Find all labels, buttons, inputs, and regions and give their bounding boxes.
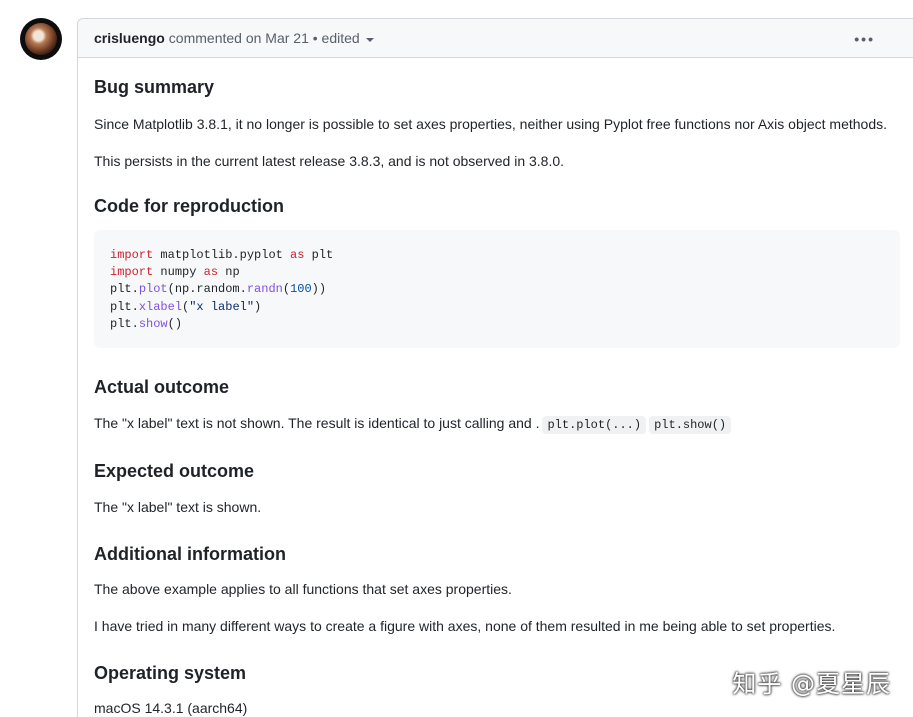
operating-system-text: macOS 14.3.1 (aarch64) bbox=[94, 700, 248, 716]
code-token: plt. bbox=[110, 316, 139, 331]
code-token: plt. bbox=[110, 299, 139, 314]
code-token: xlabel bbox=[138, 299, 183, 314]
edit-history-chevron-down-icon[interactable] bbox=[365, 37, 374, 42]
avatar-image bbox=[25, 23, 57, 55]
additional-info-paragraph-2: I have tried in many different ways to c… bbox=[94, 618, 836, 634]
code-token: () bbox=[167, 316, 183, 331]
heading-operating-system: Operating system bbox=[94, 663, 247, 683]
code-token: ) bbox=[254, 299, 262, 314]
bug-summary-paragraph-1: Since Matplotlib 3.8.1, it no longer is … bbox=[94, 116, 887, 132]
code-line: plt.show() bbox=[110, 316, 884, 333]
code-token: 100 bbox=[290, 282, 312, 297]
code-token: import bbox=[110, 265, 154, 280]
code-token: "x label" bbox=[189, 299, 255, 314]
code-token: plt bbox=[304, 248, 334, 262]
issue-page: crisluengo commented on Mar 21 • edited … bbox=[0, 0, 913, 717]
heading-actual-outcome: Actual outcome bbox=[94, 377, 230, 397]
code-token: plt. bbox=[110, 282, 139, 297]
comment-header: crisluengo commented on Mar 21 • edited … bbox=[78, 19, 913, 58]
code-line: plt.xlabel("x label") bbox=[110, 299, 884, 316]
comment-meta[interactable]: commented on Mar 21 • edited bbox=[169, 30, 360, 46]
code-token: ( bbox=[282, 282, 291, 297]
code-token: matplotlib.pyplot bbox=[153, 248, 291, 262]
code-token: as bbox=[203, 265, 219, 280]
actual-outcome-text: The "x label" text is not shown. The res… bbox=[94, 415, 540, 431]
code-token: )) bbox=[311, 282, 327, 297]
heading-expected-outcome: Expected outcome bbox=[94, 461, 255, 481]
code-line: plt.plot(np.random.randn(100)) bbox=[110, 281, 884, 298]
inline-code-plt-show: plt.show() bbox=[649, 416, 732, 434]
heading-bug-summary: Bug summary bbox=[94, 77, 215, 97]
additional-info-paragraph-1: The above example applies to all functio… bbox=[94, 581, 512, 597]
comment-box: crisluengo commented on Mar 21 • edited … bbox=[77, 18, 913, 717]
code-token: numpy bbox=[153, 265, 204, 280]
expected-outcome-paragraph: The "x label" text is shown. bbox=[94, 499, 262, 515]
avatar[interactable] bbox=[20, 18, 62, 60]
code-token: randn bbox=[246, 282, 283, 297]
code-token: np bbox=[218, 265, 240, 280]
inline-code-plt-plot: plt.plot(...) bbox=[542, 416, 647, 434]
heading-code-for-reproduction: Code for reproduction bbox=[94, 196, 284, 216]
actual-outcome-paragraph: The "x label" text is not shown. The res… bbox=[94, 413, 732, 435]
kebab-menu-icon[interactable]: ••• bbox=[854, 31, 875, 47]
code-line: import matplotlib.pyplot as plt bbox=[110, 247, 884, 264]
code-token: as bbox=[290, 248, 305, 262]
code-token: plot bbox=[138, 282, 168, 297]
code-token: show bbox=[138, 316, 168, 331]
code-line: import numpy as np bbox=[110, 264, 884, 281]
comment-author-link[interactable]: crisluengo bbox=[94, 30, 165, 46]
code-token: import bbox=[110, 248, 154, 262]
watermark-text: 知乎 @夏星辰 bbox=[732, 670, 891, 698]
heading-additional-information: Additional information bbox=[94, 544, 286, 564]
code-token: (np.random. bbox=[167, 282, 247, 297]
code-block[interactable]: import matplotlib.pyplot as plt import nu… bbox=[94, 230, 900, 348]
bug-summary-paragraph-2: This persists in the current latest rele… bbox=[94, 153, 565, 169]
